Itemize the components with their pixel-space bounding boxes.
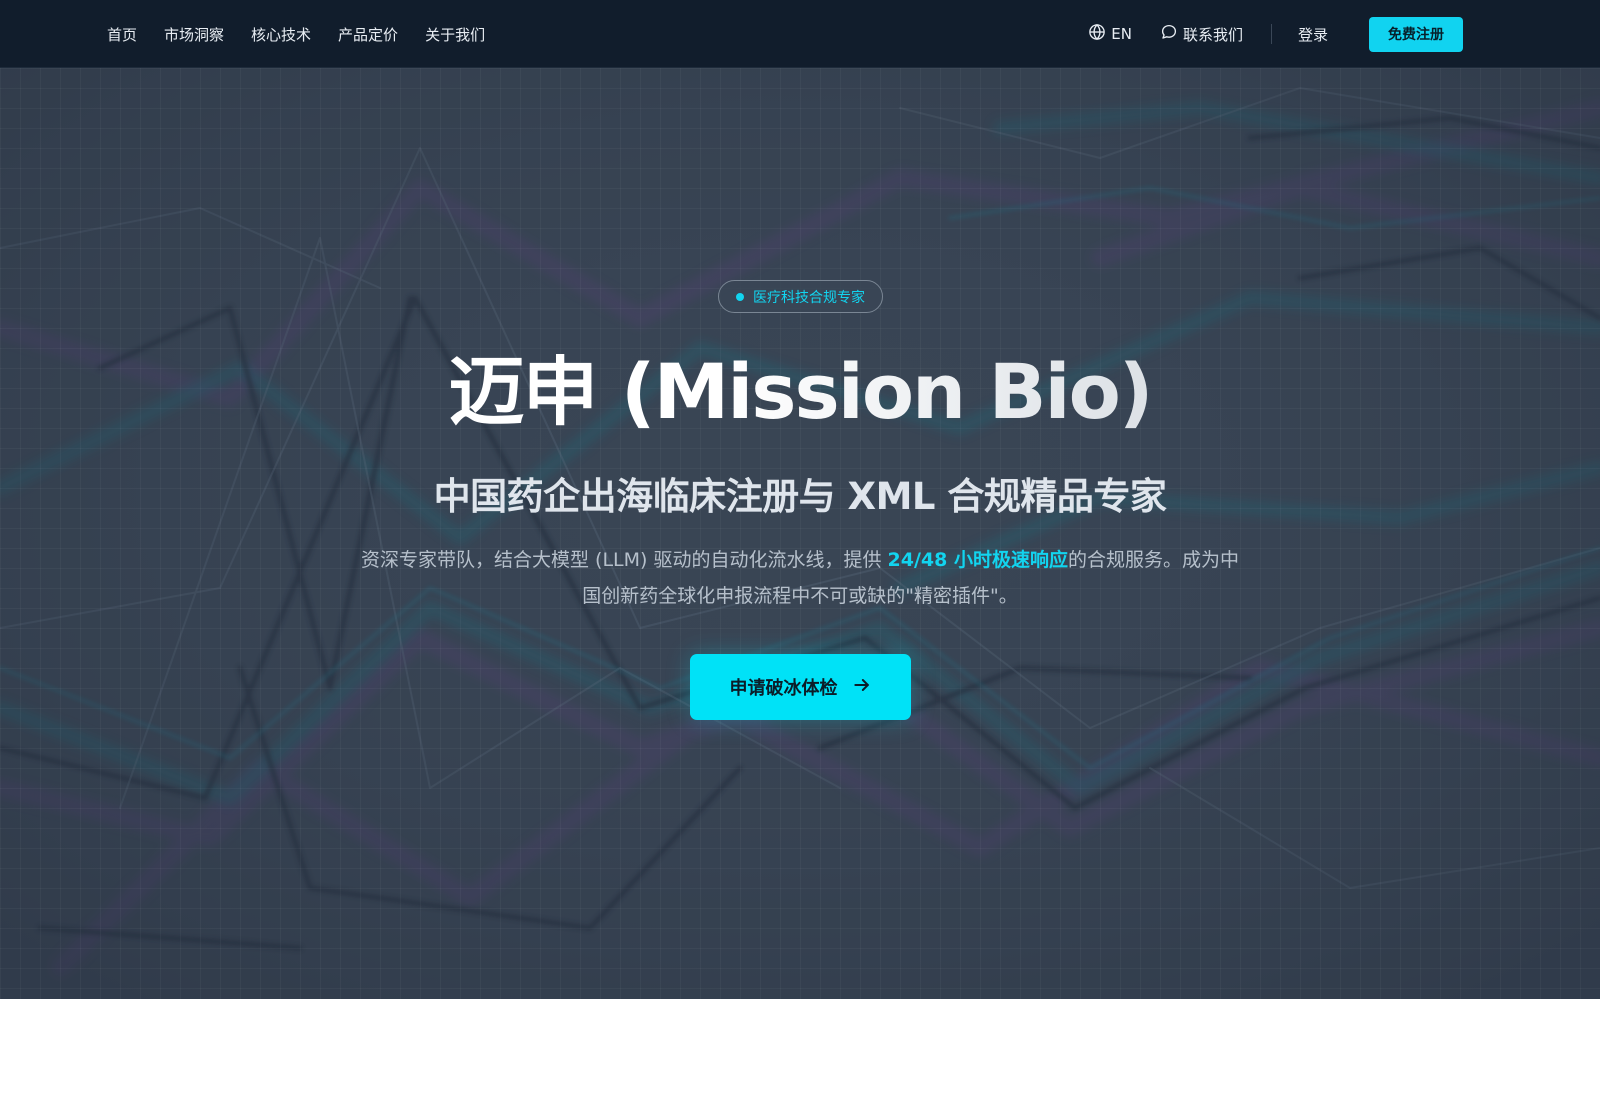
language-switch[interactable]: EN xyxy=(1088,23,1132,45)
nav-link-home[interactable]: 首页 xyxy=(107,24,137,45)
status-dot xyxy=(736,292,744,301)
nav-links: 首页 市场洞察 核心技术 产品定价 关于我们 xyxy=(107,0,512,68)
category-badge: 医疗科技合规专家 xyxy=(718,280,883,313)
contact-us-label: 联系我们 xyxy=(1182,25,1243,44)
cta-label: 申请破冰体检 xyxy=(729,678,838,699)
desc-text-before: 资深专家带队，结合大模型 (LLM) 驱动的自动化流水线，提供 xyxy=(361,549,888,571)
arrow-right-icon xyxy=(838,675,872,700)
top-navbar: 首页 市场洞察 核心技术 产品定价 关于我们 EN 联系我们 登录 免费注册 xyxy=(0,0,1600,68)
contact-us-button[interactable]: 联系我们 xyxy=(1160,23,1243,45)
hero-section: 医疗科技合规专家 迈申 (Mission Bio) 中国药企出海临床注册与 XM… xyxy=(0,68,1600,999)
nav-divider xyxy=(1270,24,1272,44)
hero-description: 资深专家带队，结合大模型 (LLM) 驱动的自动化流水线，提供 24/48 小时… xyxy=(360,542,1240,614)
free-signup-button[interactable]: 免费注册 xyxy=(1369,16,1463,52)
badge-label: 医疗科技合规专家 xyxy=(753,289,865,306)
language-label: EN xyxy=(1111,25,1132,43)
nav-link-core-tech[interactable]: 核心技术 xyxy=(251,24,311,45)
nav-link-market-insights[interactable]: 市场洞察 xyxy=(164,24,224,45)
hero-subtitle: 中国药企出海临床注册与 XML 合规精品专家 xyxy=(433,475,1167,518)
hero-content: 医疗科技合规专家 迈申 (Mission Bio) 中国药企出海临床注册与 XM… xyxy=(0,68,1600,999)
hero-title: 迈申 (Mission Bio) xyxy=(0,354,1600,430)
chat-bubble-icon xyxy=(1160,23,1183,45)
desc-highlight: 24/48 小时极速响应 xyxy=(887,549,1068,571)
nav-link-about[interactable]: 关于我们 xyxy=(425,24,485,45)
globe-icon xyxy=(1088,23,1111,45)
login-link[interactable]: 登录 xyxy=(1298,24,1328,45)
nav-actions: EN 联系我们 登录 免费注册 xyxy=(1088,0,1463,68)
apply-checkup-button[interactable]: 申请破冰体检 xyxy=(690,654,911,720)
nav-link-pricing[interactable]: 产品定价 xyxy=(338,24,398,45)
